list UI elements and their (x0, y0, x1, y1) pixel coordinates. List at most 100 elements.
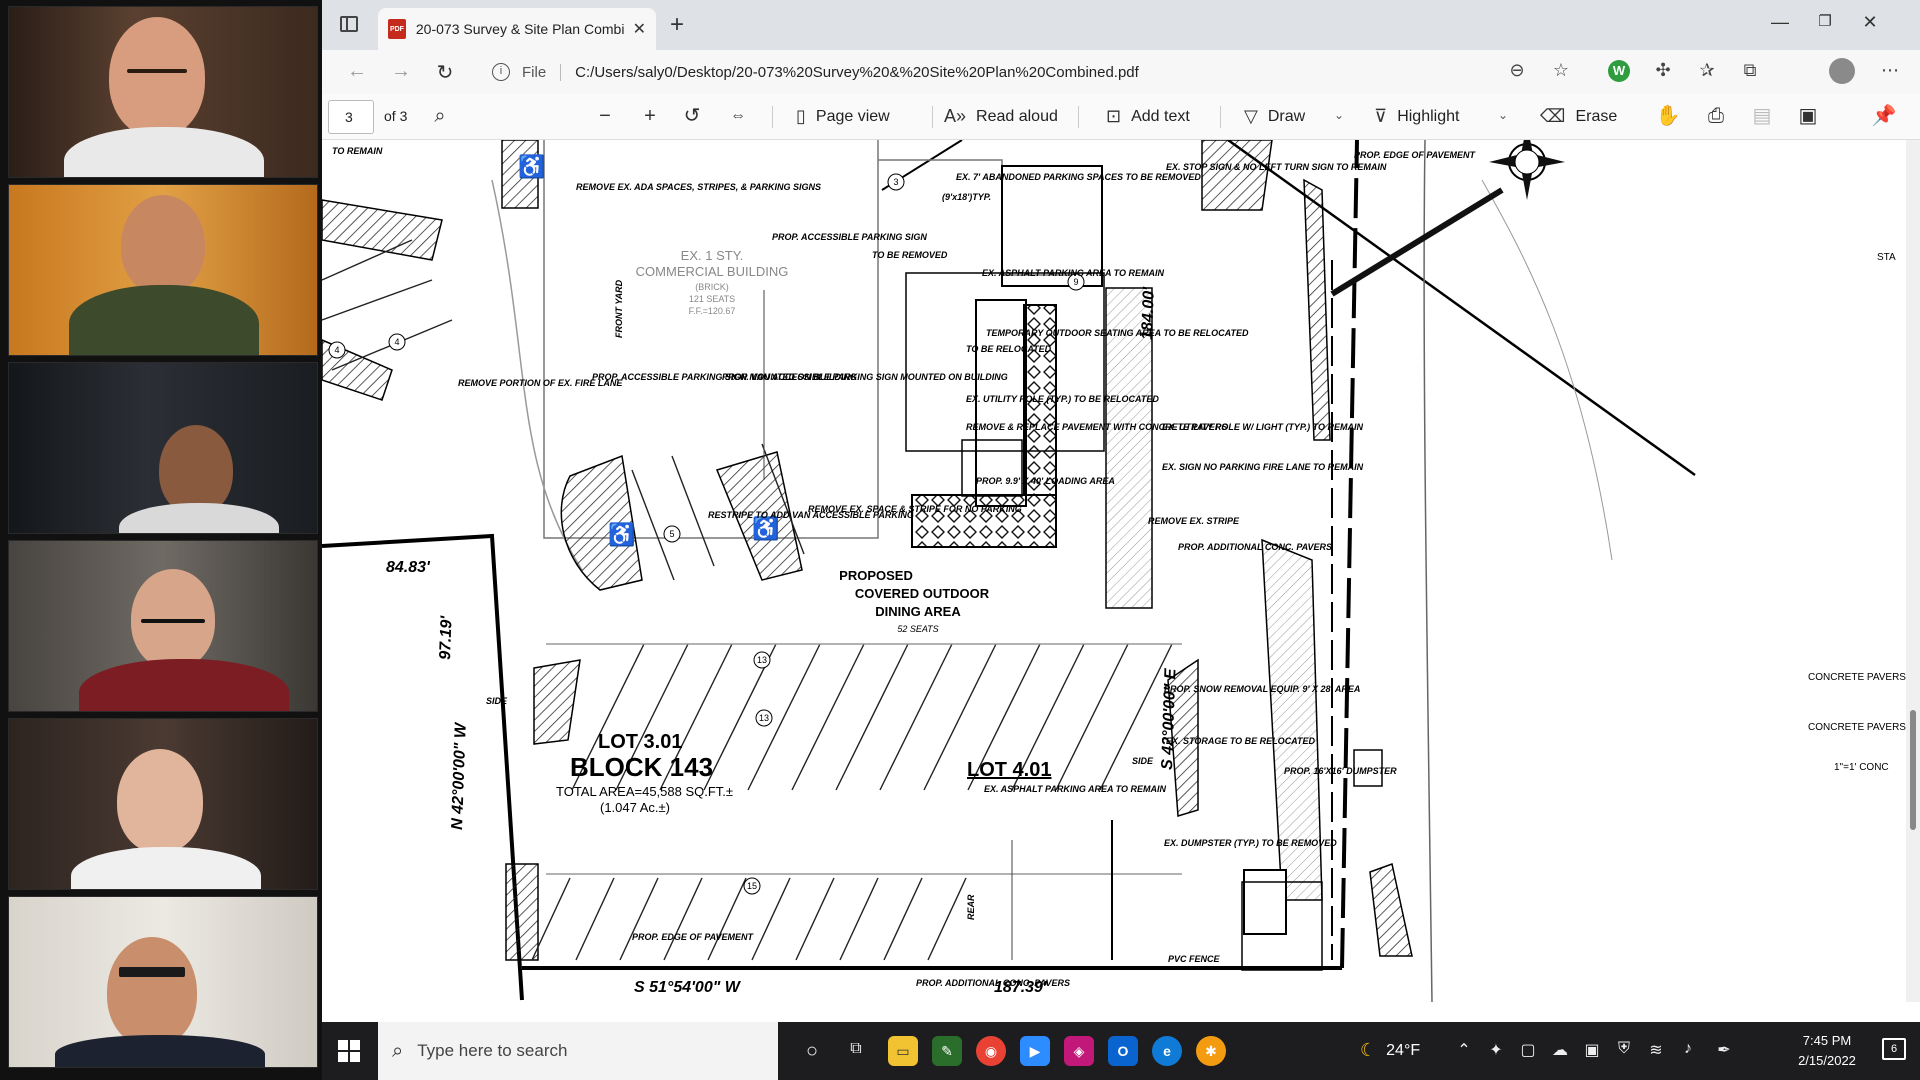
print-icon[interactable]: ⎙ (1702, 104, 1730, 128)
favorite-star-icon[interactable]: ☆ (1546, 60, 1576, 81)
plan-callout: REMOVE PORTION OF EX. FIRE LANE (458, 378, 623, 388)
fit-width-icon[interactable]: ⇔ (724, 104, 752, 128)
plan-callout: SIDE (486, 696, 508, 706)
draw-icon: ▽ (1244, 106, 1258, 126)
page-view-button[interactable]: ▯ Page view (796, 106, 890, 127)
plan-callout: PVC FENCE (1168, 954, 1221, 964)
draw-button[interactable]: ▽ Draw (1244, 106, 1305, 127)
tray-display-icon[interactable]: ▣ (1580, 1040, 1604, 1060)
taskbar-search[interactable]: ⌕ Type here to search (378, 1022, 778, 1080)
eraser-icon: ⌫ (1540, 106, 1566, 126)
page-total: of 3 (384, 108, 408, 124)
url-text[interactable]: C:/Users/saly0/Desktop/20-073%20Survey%2… (575, 64, 1139, 81)
block-label: BLOCK 143 (570, 752, 713, 782)
plan-callout: EX. UTILITY POLE (TYP.) TO BE RELOCATED (966, 394, 1159, 404)
new-tab-button[interactable]: + (670, 13, 684, 37)
task-view-icon[interactable]: ⧉ (844, 1040, 868, 1058)
close-window-button[interactable]: ✕ (1855, 12, 1885, 33)
file-explorer-icon[interactable]: ▭ (888, 1036, 918, 1066)
favorites-icon[interactable]: ✰ (1692, 60, 1722, 81)
hidden-icons-chevron-icon[interactable]: ⌃ (1452, 1040, 1476, 1060)
zoom-out-icon[interactable]: ⊖ (1502, 60, 1532, 81)
find-icon[interactable]: ⌕ (426, 104, 454, 128)
tray-security-icon[interactable]: ⛨ (1612, 1040, 1636, 1058)
minimize-button[interactable]: — (1765, 12, 1795, 33)
more-menu-icon[interactable]: ⋯ (1875, 60, 1905, 81)
taskbar-clock[interactable]: 7:45 PM 2/15/2022 (1782, 1031, 1872, 1071)
plan-callout: REMOVE EX. SPACE & STRIPE FOR NO PARKING (808, 504, 1022, 514)
svg-text:5: 5 (669, 529, 674, 539)
participant-video-2[interactable] (8, 184, 318, 356)
weather-widget[interactable]: ☾ 24°F (1360, 1040, 1420, 1061)
profile-avatar[interactable] (1829, 58, 1855, 84)
lot-401-label: LOT 4.01 (967, 759, 1051, 781)
read-aloud-button[interactable]: A» Read aloud (944, 106, 1058, 127)
tab-close-icon[interactable]: ✕ (633, 19, 646, 39)
back-button[interactable]: ← (344, 60, 370, 83)
participant-video-1[interactable] (8, 6, 318, 178)
media-app-icon[interactable]: ◈ (1064, 1036, 1094, 1066)
tray-device-icon[interactable]: ▢ (1516, 1040, 1540, 1060)
cortana-icon[interactable]: ○ (800, 1040, 824, 1063)
restore-button[interactable]: ❐ (1810, 12, 1840, 30)
plan-callout: EX. 7' ABANDONED PARKING SPACES TO BE RE… (956, 172, 1201, 182)
page-view-icon: ▯ (796, 106, 806, 126)
tab-actions-icon[interactable] (340, 16, 358, 32)
edge-icon[interactable]: e (1152, 1036, 1182, 1066)
highlight-button[interactable]: ⊽ Highlight (1374, 106, 1459, 127)
chrome-icon[interactable]: ◉ (976, 1036, 1006, 1066)
pin-toolbar-icon[interactable]: 📌 (1870, 104, 1898, 128)
tab-pdf[interactable]: PDF 20-073 Survey & Site Plan Combined.p… (378, 8, 656, 50)
site-info-icon[interactable]: i (492, 63, 510, 81)
collections-icon[interactable]: ⧉ (1735, 60, 1765, 81)
highlight-options-chevron-icon[interactable]: ⌄ (1498, 108, 1508, 122)
lot-301-label: LOT 3.01 (598, 731, 682, 753)
zoom-out-button[interactable]: − (591, 104, 619, 128)
onedrive-icon[interactable]: ☁ (1548, 1040, 1572, 1060)
participant-video-4[interactable] (8, 540, 318, 712)
tray-app-icon[interactable]: ✦ (1484, 1040, 1508, 1060)
clock-date: 2/15/2022 (1798, 1053, 1856, 1068)
plan-callout: REMOVE EX. STRIPE (1148, 516, 1240, 526)
wifi-icon[interactable]: ≋ (1644, 1040, 1668, 1060)
notes-app-icon[interactable]: ✎ (932, 1036, 962, 1066)
forward-button[interactable]: → (388, 60, 414, 83)
page-number-input[interactable]: 3 (328, 100, 374, 134)
pdf-toolbar: 3 of 3 ⌕ − + ↺ ⇔ ▯ Page view A» Read alo… (322, 94, 1920, 140)
zoom-app-icon[interactable]: ▶ (1020, 1036, 1050, 1066)
zoom-in-button[interactable]: + (636, 104, 664, 128)
rotate-icon[interactable]: ↺ (678, 104, 706, 128)
vertical-scrollbar[interactable] (1906, 140, 1920, 1002)
save-as-icon[interactable]: ▣ (1794, 104, 1822, 128)
vertical-scroll-thumb[interactable] (1910, 710, 1916, 830)
outlook-icon[interactable]: O (1108, 1036, 1138, 1066)
participant-video-5[interactable] (8, 718, 318, 890)
plan-callout: STA (1877, 252, 1896, 263)
participant-video-6[interactable] (8, 896, 318, 1068)
notifications-icon[interactable]: 6 (1882, 1038, 1906, 1060)
browser-window: PDF 20-073 Survey & Site Plan Combined.p… (322, 0, 1920, 1022)
participant-video-3[interactable] (8, 362, 318, 534)
dining-line-4: 52 SEATS (897, 624, 938, 634)
video-gallery (0, 0, 322, 1080)
extension-w-icon[interactable]: W (1608, 60, 1630, 82)
erase-button[interactable]: ⌫ Erase (1540, 106, 1617, 127)
pen-icon[interactable]: ✒ (1712, 1040, 1736, 1060)
url-field[interactable]: i File C:/Users/saly0/Desktop/20-073%20S… (492, 56, 1612, 88)
extensions-puzzle-icon[interactable]: ✣ (1648, 60, 1678, 81)
start-button[interactable] (338, 1040, 360, 1062)
save-icon[interactable]: ▤ (1748, 104, 1776, 128)
dining-line-2: COVERED OUTDOOR (855, 586, 990, 601)
plan-callout: TEMPORARY OUTDOOR SEATING AREA TO BE REL… (986, 328, 1249, 338)
plan-callout: PROP. 16'X16' DUMPSTER (1284, 766, 1397, 776)
app-icon[interactable]: ✱ (1196, 1036, 1226, 1066)
volume-icon[interactable]: ♪ (1676, 1040, 1700, 1058)
acreage-label: (1.047 Ac.±) (600, 800, 670, 815)
toolbar-divider (1220, 106, 1221, 128)
draw-options-chevron-icon[interactable]: ⌄ (1334, 108, 1344, 122)
touch-write-icon[interactable]: ✋ (1654, 104, 1682, 128)
pdf-viewer[interactable]: ♿ ♿ ♿ 4 4 5 13 13 15 9 3 LOT 3.01 BLOCK … (322, 140, 1920, 1002)
plan-callout: PROP. SNOW REMOVAL EQUIP. 9' X 28' AREA (1164, 684, 1360, 694)
add-text-button[interactable]: ⊡ Add text (1106, 106, 1190, 127)
refresh-button[interactable]: ↻ (432, 60, 458, 85)
